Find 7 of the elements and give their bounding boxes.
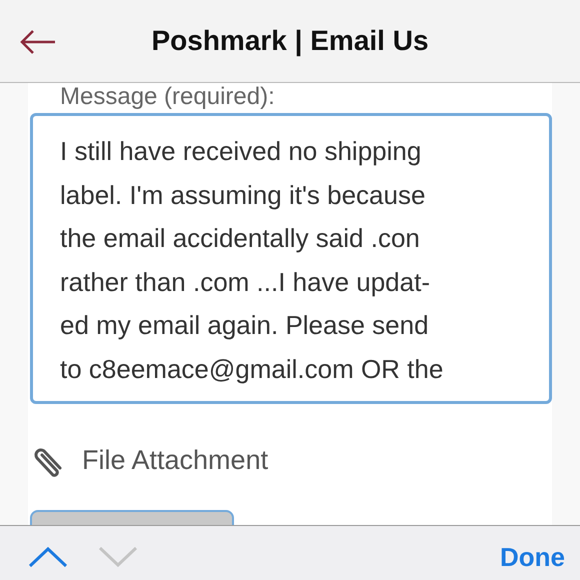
page-title: Poshmark | Email Us: [151, 25, 429, 57]
back-arrow-icon: [20, 29, 56, 55]
previous-button[interactable]: [28, 544, 68, 570]
field-label: Message (required):: [59, 83, 276, 111]
message-field[interactable]: I still have received no shipping label. I'm assuming it's because the email accidentally said .con rather than .com ...I have updat- ed my email again. Please send to c8eemace@gmail.com OR the: [30, 113, 552, 404]
attachment-label: File Attachment: [82, 444, 268, 476]
done-button[interactable]: Done: [500, 542, 565, 572]
